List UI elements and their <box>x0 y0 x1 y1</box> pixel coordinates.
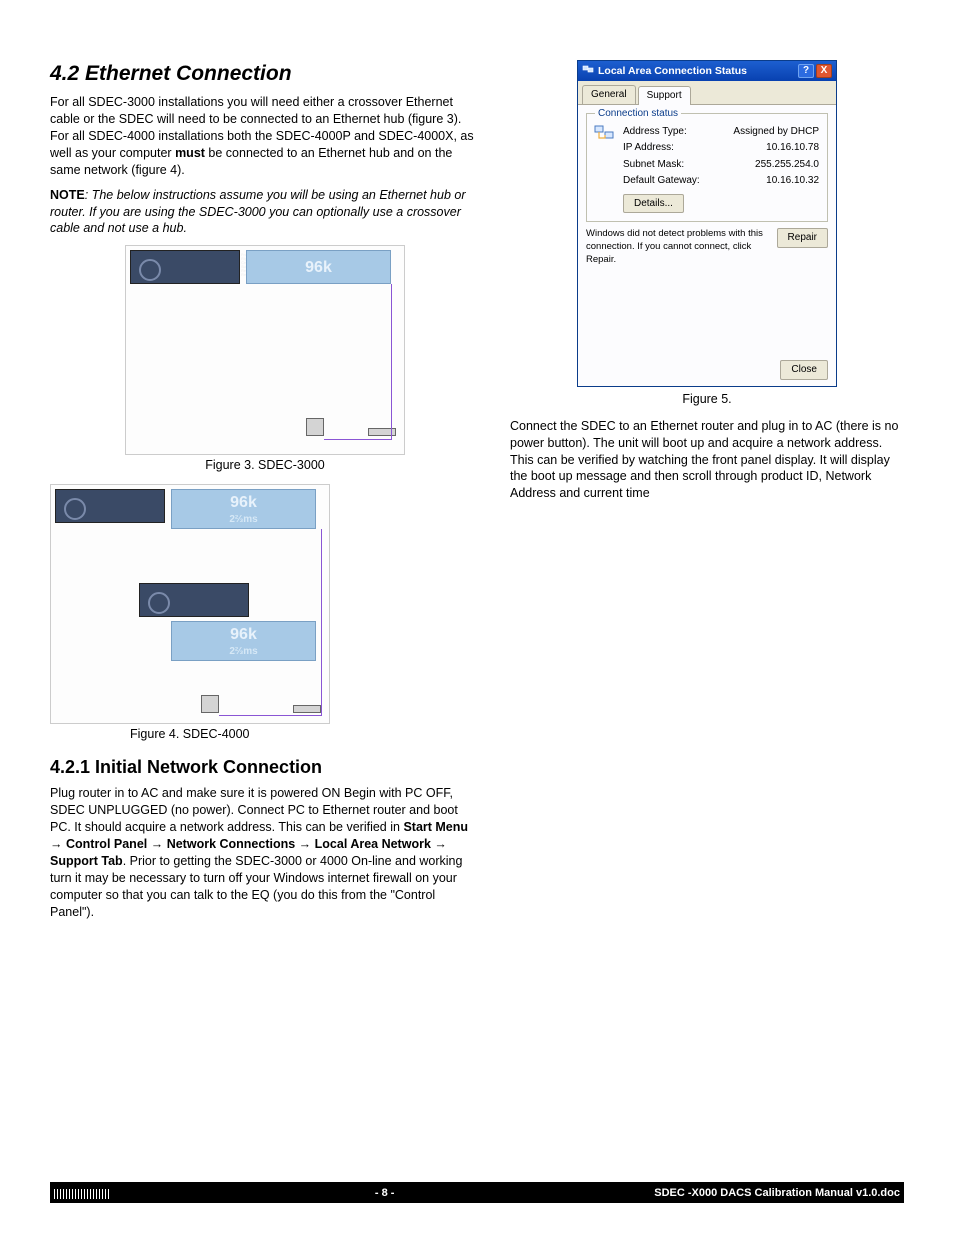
menu-lan: Local Area Network <box>315 837 431 851</box>
note-label: NOTE <box>50 188 85 202</box>
page-number: - 8 - <box>115 1186 654 1201</box>
display-text: 96k <box>305 257 332 279</box>
page-footer: - 8 - SDEC -X000 DACS Calibration Manual… <box>50 1182 904 1203</box>
menu-start: Start Menu <box>403 820 468 834</box>
arrow: → <box>295 837 314 851</box>
menu-control-panel: Control Panel <box>66 837 147 851</box>
sdec-device-a <box>55 489 165 523</box>
display-a-sub: 2⅔ms <box>229 513 257 527</box>
details-button[interactable]: Details... <box>623 194 684 214</box>
tab-general[interactable]: General <box>582 85 636 104</box>
figure-3-diagram: Front LeftRightCenterSubRear LRear R 96k <box>125 245 405 455</box>
note-paragraph: NOTE: The below instructions assume you … <box>50 187 480 238</box>
arrow: → <box>431 837 447 851</box>
connection-status-fieldset: Connection status Address Type: Assigned… <box>586 113 828 223</box>
addr-type-value: Assigned by DHCP <box>733 125 819 139</box>
sub-p-a: Plug router in to AC and make sure it is… <box>50 786 458 834</box>
figure-4-diagram: 96k 2⅔ms 96k 2⅔ms <box>50 484 330 724</box>
repair-button[interactable]: Repair <box>777 228 828 248</box>
mask-value: 255.255.254.0 <box>755 158 819 172</box>
document-name: SDEC -X000 DACS Calibration Manual v1.0.… <box>654 1186 900 1201</box>
figure-3-caption: Figure 3. SDEC-3000 <box>50 457 480 474</box>
row-subnet-mask: Subnet Mask: 255.255.254.0 <box>623 158 819 172</box>
device-display-b: 96k 2⅔ms <box>171 621 316 661</box>
dialog-titlebar[interactable]: Local Area Connection Status ? X <box>578 61 836 81</box>
connection-status-dialog: Local Area Connection Status ? X General… <box>577 60 837 387</box>
display-b-main: 96k <box>230 624 257 646</box>
subsection-paragraph: Plug router in to AC and make sure it is… <box>50 785 480 920</box>
row-ip-address: IP Address: 10.16.10.78 <box>623 141 819 155</box>
wire <box>324 439 392 440</box>
network-icon <box>593 124 615 142</box>
arrow: → <box>50 837 66 851</box>
sdec-device-b <box>139 583 249 617</box>
note-text: : The below instructions assume you will… <box>50 188 466 236</box>
row-default-gateway: Default Gateway: 10.16.10.32 <box>623 174 819 188</box>
wire <box>219 715 322 716</box>
wire <box>321 529 322 715</box>
figure-5-caption: Figure 5. <box>510 391 904 408</box>
device-display: 96k <box>246 250 391 284</box>
net-status-icon <box>582 63 594 80</box>
status-message-row: Windows did not detect problems with thi… <box>586 228 828 266</box>
wire <box>391 284 392 439</box>
right-column-paragraph: Connect the SDEC to an Ethernet router a… <box>510 418 904 502</box>
computer-icon <box>306 418 324 436</box>
close-button[interactable]: X <box>816 64 832 78</box>
ip-label: IP Address: <box>623 141 766 155</box>
row-address-type: Address Type: Assigned by DHCP <box>623 125 819 139</box>
computer-icon <box>201 695 219 713</box>
status-message: Windows did not detect problems with thi… <box>586 228 767 266</box>
figure-4-caption: Figure 4. SDEC-4000 <box>130 726 480 743</box>
addr-type-label: Address Type: <box>623 125 733 139</box>
dialog-title: Local Area Connection Status <box>598 64 796 78</box>
section-paragraph-1: For all SDEC-3000 installations you will… <box>50 94 480 178</box>
section-heading: 4.2 Ethernet Connection <box>50 60 480 88</box>
sdec-device: Front LeftRightCenterSubRear LRear R <box>130 250 240 284</box>
ip-value: 10.16.10.78 <box>766 141 819 155</box>
menu-net-conn: Network Connections <box>167 837 296 851</box>
p1-must: must <box>175 146 205 160</box>
footer-logo-icon <box>54 1189 109 1199</box>
display-b-sub: 2⅔ms <box>229 645 257 659</box>
help-button[interactable]: ? <box>798 64 814 78</box>
tab-support[interactable]: Support <box>638 86 691 105</box>
hub-icon <box>293 705 321 713</box>
dialog-tabs: General Support <box>578 81 836 105</box>
arrow: → <box>147 837 166 851</box>
gw-label: Default Gateway: <box>623 174 766 188</box>
mask-label: Subnet Mask: <box>623 158 755 172</box>
gw-value: 10.16.10.32 <box>766 174 819 188</box>
device-display-a: 96k 2⅔ms <box>171 489 316 529</box>
menu-support-tab: Support Tab <box>50 854 123 868</box>
fieldset-label: Connection status <box>595 107 681 121</box>
subsection-heading: 4.2.1 Initial Network Connection <box>50 755 480 779</box>
close-dialog-button[interactable]: Close <box>780 360 828 380</box>
display-a-main: 96k <box>230 492 257 514</box>
